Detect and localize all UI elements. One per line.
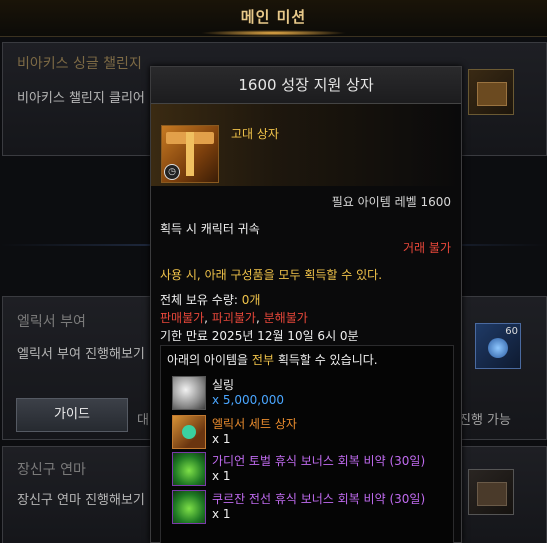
elixir-box-icon	[172, 415, 206, 449]
contents-box: 아래의 아이템을 전부 획득할 수 있습니다. 실링 x 5,000,000 엘…	[160, 345, 454, 543]
content-item-qty: x 1	[212, 507, 231, 521]
content-item-name: 엘릭서 세트 상자	[212, 417, 297, 431]
mission-title: 엘릭서 부여	[17, 314, 86, 330]
contents-pre: 아래의 아이템을	[167, 353, 252, 367]
main-mission-header: 메인 미션	[0, 0, 547, 37]
mission-desc: 엘릭서 부여 진행해보기	[17, 347, 145, 362]
chest-reward-icon[interactable]	[468, 69, 514, 115]
tooltip-title: 1600 성장 지원 상자	[151, 67, 461, 104]
flag-separator: ,	[255, 311, 264, 325]
content-item-name: 쿠르잔 전선 휴식 보너스 회복 비약 (30일)	[212, 492, 426, 506]
owned-label: 전체 보유 수량:	[160, 293, 242, 307]
trade-info: 거래 불가	[403, 241, 451, 255]
contents-header: 아래의 아이템을 전부 획득할 수 있습니다.	[167, 351, 378, 368]
flag-disassemble: 분해불가	[263, 311, 308, 325]
mission-desc: 비아키스 챌린지 클리어	[17, 91, 145, 106]
silver-coin-icon	[172, 376, 206, 410]
content-item-name: 실링	[212, 378, 235, 392]
chest-reward-icon[interactable]	[468, 469, 514, 515]
potion-icon	[172, 490, 206, 524]
flag-sell: 판매불가	[160, 311, 205, 325]
required-level: 필요 아이템 레벨 1600	[331, 195, 451, 209]
contents-highlight: 전부	[251, 353, 275, 367]
content-item-qty: x 5,000,000	[212, 393, 284, 407]
elixir-reward-icon[interactable]: 60	[475, 323, 521, 369]
bind-info: 획득 시 캐릭터 귀속	[160, 222, 260, 236]
ancient-chest-icon: ◷	[161, 125, 219, 183]
side-text: 대	[137, 413, 149, 428]
use-description: 사용 시, 아래 구성품을 모두 획득할 수 있다.	[160, 268, 383, 282]
expiry-date: 기한 만료 2025년 12월 10일 6시 0분	[160, 329, 359, 343]
content-item-qty: x 1	[212, 432, 231, 446]
reward-count-badge: 60	[505, 326, 518, 337]
content-item-qty: x 1	[212, 469, 231, 483]
clock-icon: ◷	[164, 164, 180, 180]
owned-quantity: 전체 보유 수량: 0개	[160, 291, 260, 308]
owned-value: 0개	[241, 293, 261, 307]
chest-band	[186, 132, 194, 176]
mission-title: 장신구 연마	[17, 462, 86, 478]
contents-post: 획득할 수 있습니다.	[274, 353, 378, 367]
flag-destroy: 파괴불가	[211, 311, 256, 325]
flag-separator: ,	[204, 311, 212, 325]
item-tooltip: 1600 성장 지원 상자 ◷ 고대 상자 필요 아이템 레벨 1600 획득 …	[150, 66, 462, 543]
mission-title: 비아키스 싱글 챌린지	[17, 56, 142, 72]
item-flags: 판매불가, 파괴불가, 분해불가	[160, 309, 308, 326]
item-grade: 고대 상자	[231, 127, 279, 141]
status-text: 진행 가능	[459, 413, 511, 428]
content-item-name: 가디언 토벌 휴식 보너스 회복 비약 (30일)	[212, 454, 426, 468]
header-glow	[200, 30, 347, 36]
header-title: 메인 미션	[240, 8, 307, 26]
guide-button[interactable]: 가이드	[16, 398, 128, 432]
potion-icon	[172, 452, 206, 486]
mission-desc: 장신구 연마 진행해보기	[17, 493, 145, 508]
